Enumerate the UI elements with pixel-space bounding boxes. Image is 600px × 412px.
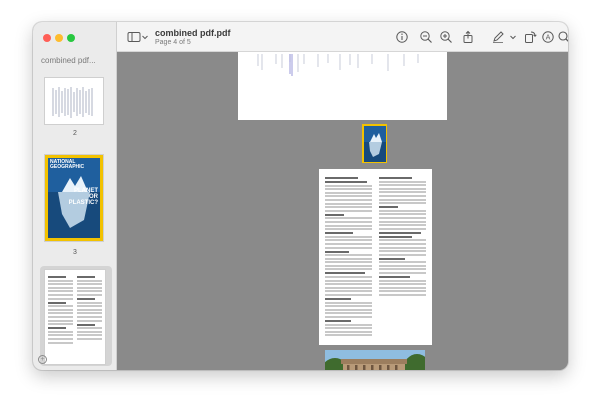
page-2-chart-fragment: [257, 54, 419, 76]
info-icon[interactable]: [395, 30, 409, 44]
zoom-in-icon[interactable]: [439, 30, 453, 44]
page-3-iceberg: [363, 132, 386, 162]
thumbnail-label: 3: [73, 249, 77, 256]
add-page-icon[interactable]: +: [38, 355, 47, 364]
svg-text:A: A: [546, 33, 551, 41]
thumbnail-text-col-left: [48, 274, 73, 345]
sidebar-icon[interactable]: [127, 30, 141, 44]
sidebar-title: combined pdf...: [41, 56, 96, 65]
search-icon[interactable]: [557, 30, 568, 44]
preview-window: combined pdf... 2 NATIONAL GEOGRAPHIC PL…: [33, 22, 568, 370]
zoom-out-icon[interactable]: [419, 30, 433, 44]
cover-headline: PLANET OR PLASTIC?: [68, 188, 98, 206]
document-view[interactable]: [117, 52, 568, 370]
thumbnail-page-4[interactable]: [45, 270, 105, 364]
rotate-icon[interactable]: [523, 30, 537, 44]
thumbnail-text-col-right: [77, 274, 102, 342]
thumbnail-sidebar: combined pdf... 2 NATIONAL GEOGRAPHIC PL…: [33, 22, 117, 370]
share-icon[interactable]: [461, 30, 475, 44]
thumbnail-page-2[interactable]: [45, 78, 103, 124]
annotate-icon[interactable]: A: [541, 30, 555, 44]
toolbar: combined pdf.pdf Page 4 of 5 A: [117, 22, 568, 52]
page-5-building-photo: [325, 350, 425, 370]
thumbnail-label: 2: [73, 130, 77, 137]
page-3-cover-preview: [362, 124, 387, 163]
thumbnail-page-3[interactable]: NATIONAL GEOGRAPHIC PLANET OR PLASTIC?: [45, 155, 103, 241]
zoom-window-button[interactable]: [67, 34, 75, 42]
close-window-button[interactable]: [43, 34, 51, 42]
chevron-down-icon[interactable]: [141, 30, 149, 44]
page-4-col-right: [379, 175, 426, 298]
thumbnail-page-2-preview: [45, 78, 103, 124]
page-5-photo-preview: [325, 350, 425, 370]
page-4-col-left: [325, 175, 372, 338]
document-title: combined pdf.pdf: [155, 28, 231, 38]
chevron-down-icon[interactable]: [509, 30, 517, 44]
cover-inner: NATIONAL GEOGRAPHIC PLANET OR PLASTIC?: [48, 158, 100, 238]
page-indicator: Page 4 of 5: [155, 39, 191, 46]
page-2-preview: [238, 52, 447, 120]
markup-pen-icon[interactable]: [491, 30, 505, 44]
page-4-text: [319, 169, 432, 345]
minimize-window-button[interactable]: [55, 34, 63, 42]
page-3-cover-art: [363, 125, 386, 162]
